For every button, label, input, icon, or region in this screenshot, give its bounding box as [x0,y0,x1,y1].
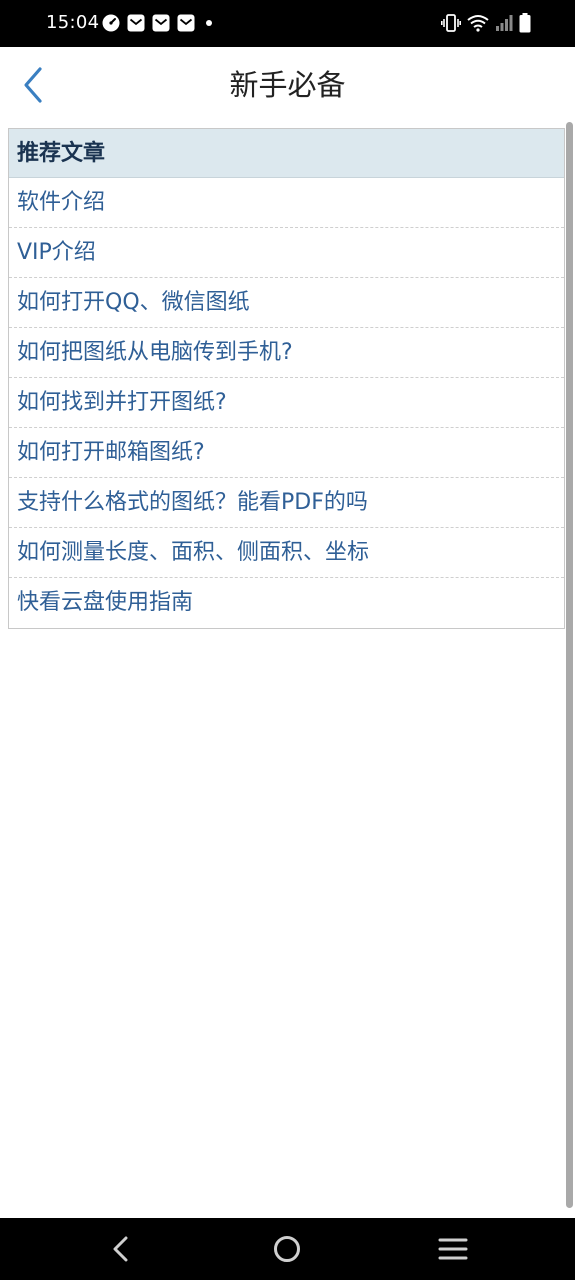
nav-back-button[interactable] [106,1234,136,1264]
nav-menu-button[interactable] [438,1234,468,1264]
mail-icon [152,14,170,32]
back-triangle-icon [113,1236,128,1262]
list-item[interactable]: 如何测量长度、面积、侧面积、坐标 [9,528,564,578]
list-item[interactable]: 支持什么格式的图纸？能看PDF的吗 [9,478,564,528]
home-circle-icon [274,1236,300,1262]
list-item[interactable]: 如何打开邮箱图纸? [9,428,564,478]
status-icons-left [102,13,212,33]
vibrate-icon [441,14,461,32]
page-title: 新手必备 [229,68,346,102]
wifi-icon [467,15,489,32]
speedometer-icon [102,14,120,32]
list-item[interactable]: 如何找到并打开图纸? [9,378,564,428]
list-item[interactable]: 如何把图纸从电脑传到手机? [9,328,564,378]
notification-dot-icon [206,20,212,26]
battery-icon [519,13,531,33]
status-icons-right [435,13,531,33]
list-item[interactable]: 如何打开QQ、微信图纸 [9,278,564,328]
list-item[interactable]: VIP介绍 [9,228,564,278]
list-item[interactable]: 软件介绍 [9,178,564,228]
status-bar: 15:04 [0,0,575,47]
nav-home-button[interactable] [272,1234,302,1264]
list-header: 推荐文章 [9,129,564,178]
scrollbar[interactable] [566,122,573,1208]
list-item[interactable]: 快看云盘使用指南 [9,578,564,628]
title-bar: 新手必备 [0,47,575,127]
mail-icon [177,14,195,32]
signal-icon [496,15,513,31]
nav-bar [0,1218,575,1280]
menu-lines-icon [438,1238,468,1260]
article-list: 推荐文章 软件介绍 VIP介绍 如何打开QQ、微信图纸 如何把图纸从电脑传到手机… [8,128,565,629]
mail-icon [127,14,145,32]
status-time: 15:04 [46,12,100,33]
